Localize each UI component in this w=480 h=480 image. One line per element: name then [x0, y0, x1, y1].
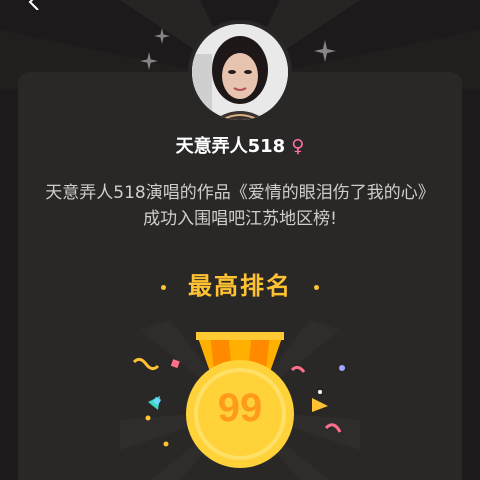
rank-share-screen: 天意弄人518 ♀ 天意弄人518演唱的作品《爱情的眼泪伤了我的心》成功入围唱吧江…: [0, 0, 480, 480]
rank-number: 99: [217, 386, 263, 430]
